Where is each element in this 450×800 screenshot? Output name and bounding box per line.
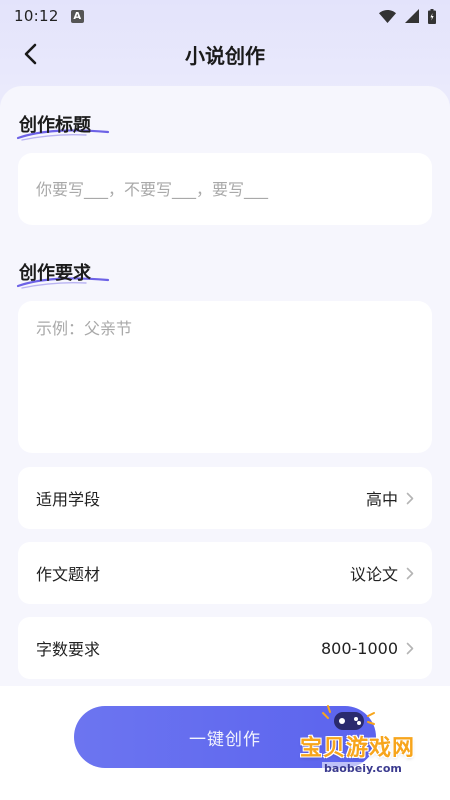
option-row-essay-genre[interactable]: 作文题材 议论文 bbox=[18, 542, 432, 604]
title-input[interactable] bbox=[36, 179, 414, 199]
title-section-heading: 创作标题 bbox=[16, 111, 110, 141]
status-time: 10:12 bbox=[14, 7, 59, 25]
chevron-right-icon bbox=[406, 492, 414, 504]
generate-button-label: 一键创作 bbox=[189, 729, 261, 749]
option-value: 议论文 bbox=[349, 565, 398, 584]
chevron-right-icon bbox=[406, 567, 414, 579]
option-label: 字数要求 bbox=[36, 640, 101, 659]
option-row-word-count[interactable]: 字数要求 800-1000 bbox=[18, 617, 432, 679]
watermark-url: baobeiy.com bbox=[322, 762, 404, 775]
signal-icon bbox=[405, 9, 419, 23]
watermark-logo: 宝贝游戏网 baobeiy.com bbox=[300, 700, 445, 780]
requirement-input-card bbox=[18, 301, 432, 453]
title-heading-text: 创作标题 bbox=[19, 115, 91, 136]
option-label: 适用学段 bbox=[36, 490, 101, 509]
nav-bar: 小说创作 bbox=[0, 32, 450, 76]
status-bar: 10:12 A bbox=[0, 0, 450, 32]
a-notification-icon: A bbox=[70, 9, 84, 23]
watermark-text: 宝贝游戏网 bbox=[300, 736, 416, 761]
content-panel: 创作标题 创作要求 适用学段 高中 作文题材 议论文 bbox=[0, 86, 450, 686]
option-label: 作文题材 bbox=[36, 565, 101, 584]
requirement-heading-text: 创作要求 bbox=[19, 263, 91, 284]
option-right: 高中 bbox=[366, 486, 414, 510]
requirement-section-heading: 创作要求 bbox=[16, 259, 110, 289]
option-value: 800-1000 bbox=[320, 638, 398, 658]
requirement-textarea[interactable] bbox=[36, 317, 414, 437]
title-input-card bbox=[18, 153, 432, 225]
chevron-right-icon bbox=[406, 642, 414, 654]
wifi-icon bbox=[379, 9, 396, 23]
battery-icon bbox=[428, 8, 436, 24]
option-row-school-stage[interactable]: 适用学段 高中 bbox=[18, 467, 432, 529]
option-value: 高中 bbox=[365, 490, 398, 509]
option-right: 800-1000 bbox=[321, 639, 414, 658]
status-right bbox=[379, 8, 436, 24]
page-title: 小说创作 bbox=[185, 44, 265, 68]
status-left: 10:12 A bbox=[14, 7, 84, 25]
option-right: 议论文 bbox=[350, 561, 414, 585]
